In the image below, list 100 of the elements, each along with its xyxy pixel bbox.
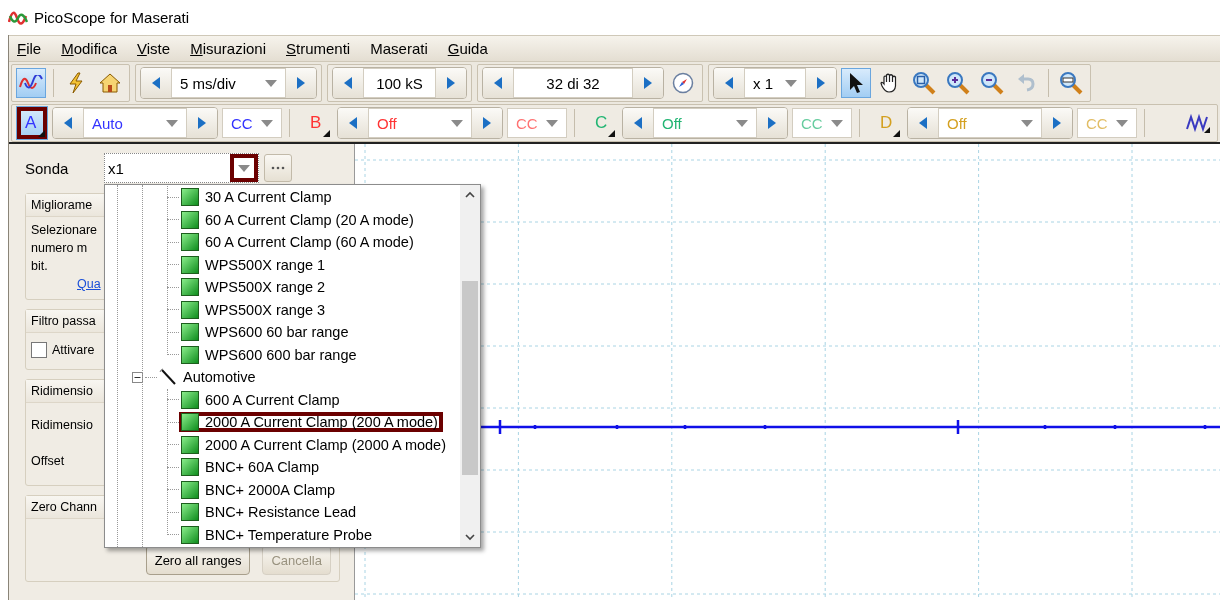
previous-button[interactable] [53, 108, 83, 138]
left-arrow-icon [64, 117, 72, 129]
pointer-button[interactable] [841, 68, 871, 98]
caret-icon [1116, 119, 1128, 127]
probe-item[interactable]: WPS500X range 2 [179, 277, 331, 298]
section-title: Zero Chann [31, 500, 97, 514]
field-label: Offset [31, 453, 65, 470]
probe-item[interactable]: 60 A Current Clamp (60 A mode) [179, 232, 419, 253]
buffer-field[interactable]: 32 di 32 [513, 68, 633, 98]
compass-icon [672, 72, 694, 94]
square-icon [181, 480, 199, 499]
probe-item[interactable]: 60 A Current Clamp (20 A mode) [179, 209, 419, 230]
menu-item[interactable]: Strumenti [278, 40, 359, 57]
probe-item[interactable]: 30 A Current Clamp [179, 187, 337, 208]
previous-button[interactable] [623, 108, 653, 138]
square-icon [181, 390, 199, 409]
help-link[interactable]: Qua [77, 275, 101, 293]
probe-item[interactable]: BNC+ Temperature Probe [179, 524, 377, 545]
square-icon [181, 233, 199, 252]
menu-item[interactable]: Guida [439, 40, 496, 57]
previous-button[interactable] [714, 68, 744, 98]
square-icon [181, 278, 199, 297]
corner-triangle-icon [38, 130, 45, 137]
right-arrow-icon [483, 117, 491, 129]
probe-item[interactable]: WPS600 600 bar range [179, 344, 362, 365]
probe-item[interactable]: WPS600 60 bar range [179, 322, 354, 343]
checkbox[interactable] [31, 342, 47, 358]
next-button[interactable] [757, 108, 787, 138]
probe-item[interactable]: BNC+ Resistance Lead [179, 502, 362, 523]
square-icon [181, 300, 199, 319]
zoom-field[interactable]: x 1 [744, 68, 806, 98]
channel-button[interactable]: A [16, 106, 48, 140]
previous-button[interactable] [338, 108, 368, 138]
previous-button[interactable] [333, 68, 363, 98]
probe-item[interactable]: WPS500X range 1 [179, 254, 331, 275]
menu-item[interactable]: File [9, 40, 50, 57]
right-arrow-icon [768, 117, 776, 129]
corner-triangle-icon [608, 130, 615, 137]
square-icon [181, 503, 199, 522]
math-wave-icon [1186, 113, 1210, 133]
coupling-field[interactable]: CC [222, 108, 282, 138]
collapse-icon[interactable] [132, 371, 143, 383]
caret-icon [1021, 119, 1033, 127]
probe-item[interactable]: 2000 A Current Clamp (2000 A mode) [179, 434, 451, 455]
description-text: Selezionare [31, 222, 97, 239]
timebase-field[interactable]: 5 ms/div [171, 68, 286, 98]
section-title: Ridimensio [31, 384, 93, 398]
section-title: Filtro passa [31, 314, 96, 328]
square-icon [181, 413, 199, 432]
square-icon [181, 525, 199, 544]
probe-dropdown[interactable]: x1 [104, 153, 259, 183]
next-button[interactable] [187, 108, 217, 138]
scroll-down-icon[interactable] [465, 534, 475, 541]
menu-item[interactable]: Viste [129, 40, 179, 57]
field-label: Ridimensio [31, 417, 93, 434]
caret-icon [261, 119, 273, 127]
right-arrow-icon [198, 117, 206, 129]
scrollbar[interactable] [460, 185, 480, 547]
left-arrow-icon [725, 77, 733, 89]
caret-icon [238, 164, 250, 172]
probe-item[interactable]: WPS500X range 3 [179, 299, 331, 320]
probe-icon [159, 368, 177, 387]
scrollbar-thumb[interactable] [462, 281, 478, 475]
previous-button[interactable] [483, 68, 513, 98]
undo-icon [1016, 73, 1036, 93]
next-button[interactable] [436, 68, 466, 98]
probe-item[interactable]: BNC+ 60A Clamp [179, 457, 325, 478]
caret-icon [166, 119, 178, 127]
probe-item[interactable]: 2000 A Current Clamp (200 A mode) [179, 412, 443, 433]
section-title: Migliorame [31, 198, 93, 212]
next-button[interactable] [1042, 108, 1072, 138]
right-arrow-icon [297, 77, 305, 89]
scope-mode-button[interactable] [16, 68, 46, 98]
menu-item[interactable]: Maserati [362, 40, 436, 57]
scroll-up-icon[interactable] [465, 191, 475, 198]
range-field[interactable]: Auto [83, 108, 187, 138]
next-button[interactable] [286, 68, 316, 98]
square-icon [181, 345, 199, 364]
tree-group-label[interactable]: Automotive [183, 369, 256, 386]
probe-item[interactable]: 600 A Current Clamp [179, 389, 345, 410]
next-button[interactable] [806, 68, 836, 98]
menu-item[interactable]: Misurazioni [182, 40, 274, 57]
probe-item[interactable]: BNC+ 2000A Clamp [179, 479, 341, 500]
right-arrow-icon [447, 77, 455, 89]
zoom-in-icon [946, 71, 970, 95]
previous-button[interactable] [908, 108, 938, 138]
next-button[interactable] [472, 108, 502, 138]
previous-button[interactable] [141, 68, 171, 98]
range-field[interactable]: Off [368, 108, 472, 138]
menu-item[interactable]: Modifica [53, 40, 126, 57]
corner-triangle-icon [893, 130, 900, 137]
samples-field[interactable]: 100 kS [363, 68, 436, 98]
dropdown-button[interactable] [230, 154, 258, 182]
description-text: bit. [31, 258, 48, 275]
square-icon [181, 210, 199, 229]
right-arrow-icon [817, 77, 825, 89]
caret-icon [265, 79, 277, 87]
probe-label: Sonda [25, 159, 70, 177]
square-icon [181, 323, 199, 342]
next-button[interactable] [633, 68, 663, 98]
